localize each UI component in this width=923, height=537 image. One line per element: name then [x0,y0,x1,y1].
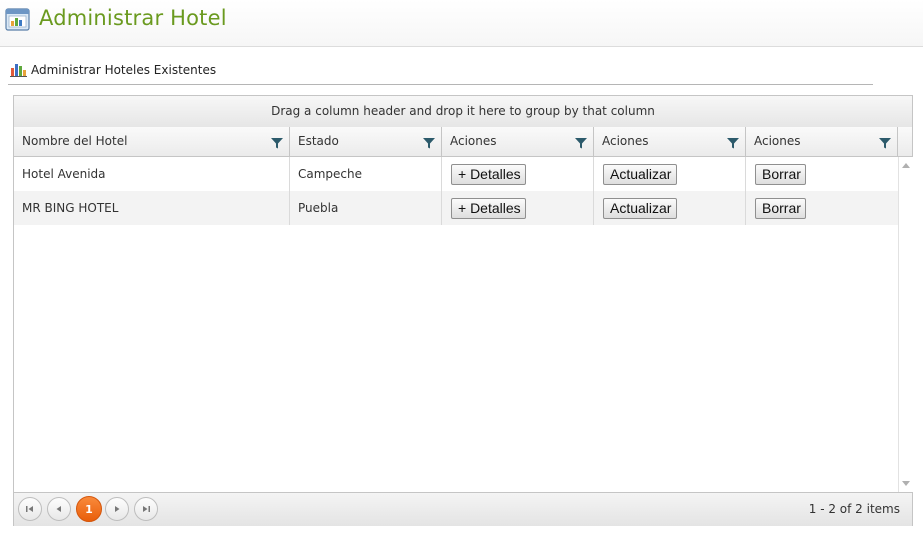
scroll-down-icon[interactable] [902,481,910,486]
grid-header-row: Nombre del Hotel Estado Aciones Aciones … [14,127,912,157]
page-header: Administrar Hotel [0,0,923,47]
page-title: Administrar Hotel [39,6,227,30]
column-header-aciones-3[interactable]: Aciones [746,127,898,156]
prev-page-icon [56,506,61,512]
column-header-nombre[interactable]: Nombre del Hotel [14,127,290,156]
group-drop-area[interactable]: Drag a column header and drop it here to… [14,96,912,128]
filter-icon[interactable] [423,137,435,149]
column-header-label: Aciones [450,134,497,148]
first-page-button[interactable] [18,497,42,521]
details-cell: + Detalles [442,157,594,191]
section-title: Administrar Hoteles Existentes [31,63,217,77]
filter-icon[interactable] [727,137,739,149]
filter-icon[interactable] [271,137,283,149]
delete-cell: Borrar [746,157,898,191]
hotel-name-cell: Hotel Avenida [14,157,290,191]
state-cell: Campeche [290,157,442,191]
current-page-button[interactable]: 1 [76,496,102,522]
update-button[interactable]: Actualizar [603,164,677,185]
hotel-name-cell: MR BING HOTEL [14,191,290,225]
update-cell: Actualizar [594,191,746,225]
column-header-label: Aciones [754,134,801,148]
details-button[interactable]: + Detalles [451,164,526,185]
table-row: Hotel Avenida Campeche + Detalles Actual… [14,157,898,191]
details-cell: + Detalles [442,191,594,225]
grid-body: Hotel Avenida Campeche + Detalles Actual… [14,157,912,492]
column-header-label: Aciones [602,134,649,148]
scroll-up-icon[interactable] [902,163,910,168]
pager-info: 1 - 2 of 2 items [808,502,900,516]
table-row: MR BING HOTEL Puebla + Detalles Actualiz… [14,191,898,225]
delete-button[interactable]: Borrar [755,164,806,185]
vertical-scrollbar[interactable] [898,157,913,492]
first-page-icon [26,506,33,512]
update-button[interactable]: Actualizar [603,198,677,219]
details-button[interactable]: + Detalles [451,198,526,219]
delete-button[interactable]: Borrar [755,198,806,219]
column-header-label: Estado [298,134,339,148]
bar-chart-icon [10,64,27,77]
column-header-aciones-1[interactable]: Aciones [442,127,594,156]
hotels-grid: Drag a column header and drop it here to… [13,95,913,526]
last-page-icon [143,506,150,512]
pager: 1 1 - 2 of 2 items [14,492,912,526]
column-header-label: Nombre del Hotel [22,134,128,148]
column-header-aciones-2[interactable]: Aciones [594,127,746,156]
filter-icon[interactable] [879,137,891,149]
window-chart-icon [5,8,30,31]
next-page-icon [115,506,120,512]
column-header-estado[interactable]: Estado [290,127,442,156]
state-cell: Puebla [290,191,442,225]
update-cell: Actualizar [594,157,746,191]
filter-icon[interactable] [575,137,587,149]
next-page-button[interactable] [105,497,129,521]
delete-cell: Borrar [746,191,898,225]
prev-page-button[interactable] [47,497,71,521]
section-header: Administrar Hoteles Existentes [8,58,873,85]
last-page-button[interactable] [134,497,158,521]
